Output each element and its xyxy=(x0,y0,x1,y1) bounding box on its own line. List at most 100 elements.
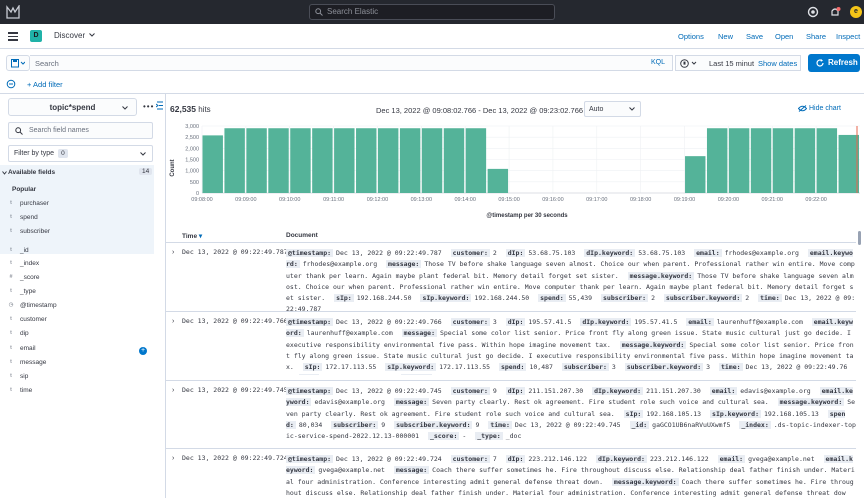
date-range-label[interactable]: Last 15 minut xyxy=(709,59,754,68)
filter-by-type-button[interactable]: Filter by type 0 xyxy=(8,145,153,162)
search-input[interactable]: Search xyxy=(30,55,673,71)
save-link[interactable]: Save xyxy=(746,32,763,41)
histogram-chart[interactable]: 05001,0001,5002,0002,5003,000 09:08:00 09… xyxy=(166,120,864,222)
doc-field-key: message.keyword: xyxy=(777,398,845,407)
histogram-bar xyxy=(465,128,487,193)
menu-icon[interactable] xyxy=(8,32,18,41)
expand-row-icon[interactable]: › xyxy=(172,318,174,325)
field-item-spend[interactable]: t spend xyxy=(6,212,37,224)
user-avatar[interactable]: e xyxy=(850,6,862,18)
histogram-bar xyxy=(816,128,838,193)
field-item-type[interactable]: t _type xyxy=(6,286,36,298)
y-tick-label: 500 xyxy=(190,180,199,186)
field-item-subscriber[interactable]: t subscriber xyxy=(6,226,50,238)
field-item-message[interactable]: t message xyxy=(6,357,46,369)
breadcrumb-discover[interactable]: Discover xyxy=(54,31,85,40)
histogram-bar xyxy=(246,128,267,193)
expand-row-icon[interactable]: › xyxy=(172,387,174,394)
table-row[interactable]: › Dec 13, 2022 @ 09:22:49.787 @timestamp… xyxy=(166,243,856,313)
string-type-icon: t xyxy=(10,373,12,380)
collapse-sidebar-icon[interactable] xyxy=(156,101,164,110)
new-link[interactable]: New xyxy=(718,32,733,41)
chevron-down-icon[interactable] xyxy=(89,33,95,37)
save-icon xyxy=(11,59,25,68)
doc-field-value: Dec 13, 2022 @ 09:22:49.724 xyxy=(336,455,442,463)
doc-field-value: 2 xyxy=(745,294,750,303)
inspect-link[interactable]: Inspect xyxy=(836,32,860,41)
doc-field-key: dIp: xyxy=(505,249,526,257)
table-row[interactable]: › Dec 13, 2022 @ 09:22:49.766 @timestamp… xyxy=(166,312,856,381)
field-search-input[interactable]: Search field names xyxy=(8,122,153,139)
table-scrollbar[interactable] xyxy=(857,229,862,498)
help-icon[interactable] xyxy=(807,6,819,18)
date-picker[interactable]: Last 15 minut Show dates xyxy=(675,55,801,71)
doc-field-key: message.keyword: xyxy=(619,340,687,349)
doc-field-key: subscriber.keyword: xyxy=(624,363,704,372)
field-item-id[interactable]: t _id xyxy=(6,245,28,257)
table-row[interactable]: › Dec 13, 2022 @ 09:22:49.724 @timestamp… xyxy=(166,449,856,498)
show-dates-link[interactable]: Show dates xyxy=(758,59,797,68)
scrollbar-thumb[interactable] xyxy=(858,231,861,245)
doc-field-value: edavis@example.org xyxy=(314,398,385,407)
share-link[interactable]: Share xyxy=(806,32,826,41)
doc-field-value: gvega@example.net xyxy=(318,466,385,475)
options-link[interactable]: Options xyxy=(678,32,704,41)
histogram-bar xyxy=(334,128,355,193)
chevron-down-icon xyxy=(629,107,635,111)
filter-options-icon[interactable] xyxy=(6,79,16,89)
field-item-timestamp[interactable]: ◷ @timestamp xyxy=(6,300,57,312)
doc-field-value: frhodes@example.org xyxy=(302,260,378,269)
field-item-dip[interactable]: t dip xyxy=(6,328,28,340)
doc-field-key: subscriber: xyxy=(331,420,379,429)
doc-field-key: _index: xyxy=(400,374,433,375)
open-link[interactable]: Open xyxy=(775,32,793,41)
table-row[interactable]: › Dec 13, 2022 @ 09:22:49.745 @timestamp… xyxy=(166,381,856,449)
add-filter-link[interactable]: + Add filter xyxy=(27,80,63,89)
space-avatar[interactable]: D xyxy=(30,30,42,42)
doc-field-value: 192.168.105.13 xyxy=(646,409,702,418)
index-pattern-selector[interactable]: topic*spend xyxy=(8,98,137,116)
field-item-score[interactable]: # _score xyxy=(6,272,39,284)
interval-select[interactable]: Auto xyxy=(584,101,641,117)
field-name: message xyxy=(20,359,47,366)
doc-field-value: 10,487 xyxy=(529,363,553,372)
field-item-time[interactable]: t time xyxy=(6,385,32,397)
field-item-index[interactable]: t _index xyxy=(6,258,39,270)
saved-query-button[interactable] xyxy=(6,55,30,71)
field-item-email[interactable]: t email xyxy=(6,343,35,355)
histogram-bar xyxy=(290,128,311,193)
histogram-bar xyxy=(224,128,245,193)
doc-field-key: message.keyword: xyxy=(627,271,695,280)
refresh-button[interactable]: Refresh xyxy=(808,54,860,72)
doc-field-key: subscriber.keyword: xyxy=(394,420,473,429)
histogram-bar xyxy=(750,128,772,193)
string-type-icon: t xyxy=(10,200,12,207)
kql-toggle[interactable]: KQL xyxy=(651,59,665,66)
field-name: customer xyxy=(20,316,47,323)
field-name: time xyxy=(20,387,33,394)
field-item-sip[interactable]: t sip xyxy=(6,371,28,383)
chevron-down-icon[interactable] xyxy=(2,171,7,175)
available-fields-heading[interactable]: Available fields xyxy=(8,169,55,176)
calendar-icon[interactable] xyxy=(680,59,700,68)
hide-chart-label: Hide chart xyxy=(809,105,841,112)
expand-row-icon[interactable]: › xyxy=(172,249,174,256)
histogram-bar xyxy=(202,135,223,193)
notifications-icon[interactable] xyxy=(829,6,841,18)
doc-field-value: Dec 13, 2022 @ 09:22:49.745 xyxy=(336,387,442,395)
more-options-icon[interactable]: ••• xyxy=(143,102,154,111)
hits-label: hits xyxy=(196,105,211,114)
doc-field-key: time: xyxy=(758,294,782,303)
add-field-button[interactable]: + xyxy=(139,347,147,355)
field-item-customer[interactable]: t customer xyxy=(6,314,47,326)
expand-row-icon[interactable]: › xyxy=(172,455,174,462)
hide-chart-button[interactable]: Hide chart xyxy=(798,105,841,112)
doc-field-key: dIp: xyxy=(505,455,526,463)
doc-field-value: Seven party clearly. Rest ok agreement. … xyxy=(432,398,769,407)
histogram-bar xyxy=(838,134,859,193)
column-header-time[interactable]: Time ▾ xyxy=(182,232,202,240)
global-search-input[interactable]: Search Elastic xyxy=(309,4,555,20)
elastic-logo-icon[interactable] xyxy=(6,5,20,19)
field-item-purchaser[interactable]: t purchaser xyxy=(6,198,49,210)
sort-desc-icon[interactable]: ▾ xyxy=(199,233,202,240)
